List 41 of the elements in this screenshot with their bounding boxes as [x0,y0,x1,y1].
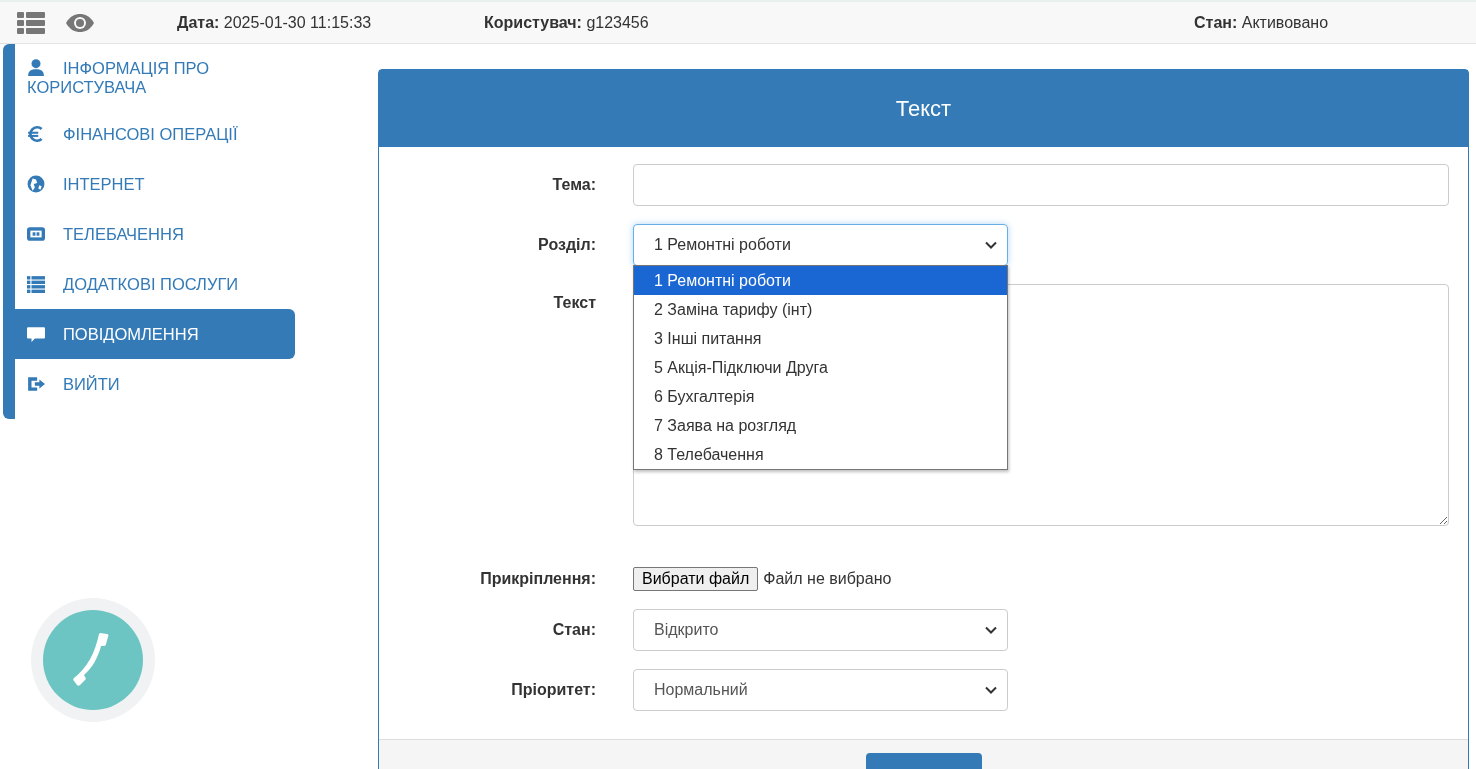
list-icon[interactable] [17,10,45,35]
field-label: Прикріплення: [479,570,597,588]
globe-icon [27,175,45,193]
field-label: Розділ: [537,235,597,255]
chevron-down-icon [985,626,997,634]
select-field[interactable]: Відкрито [633,609,1008,651]
dropdown-option[interactable]: 8 Телебачення [634,440,1007,469]
sidebar-item[interactable]: ДОДАТКОВІ ПОСЛУГИ [15,259,295,309]
sidebar-item[interactable]: ПОВІДОМЛЕННЯ [15,309,295,359]
chat-bubble-icon [27,325,45,343]
status-text: Дата: 2025-01-30 11:15:33 [177,13,373,32]
subject-field[interactable] [633,164,1449,206]
list-icon [27,275,45,293]
tv-icon [27,225,45,243]
dropdown-option[interactable]: 5 Акція-Підключи Друга [634,353,1007,382]
sidebar-item[interactable]: ВИЙТИ [15,359,295,409]
status-text: Стан: Активовано [1194,13,1329,32]
euro-icon [27,125,45,143]
dropdown-option[interactable]: 6 Бухгалтерія [634,382,1007,411]
dropdown-option[interactable]: 1 Ремонтні роботи [634,266,1007,295]
field-label: Стан: [551,620,597,640]
eye-icon[interactable] [65,12,95,33]
status-text: Користувач: g123456 [484,13,650,32]
exit-icon [27,375,45,393]
field-label: Тема: [551,175,597,195]
dropdown-option[interactable]: 7 Заява на розгляд [634,411,1007,440]
chevron-down-icon [985,241,997,249]
sidebar-item[interactable]: ІНТЕРНЕТ [15,159,295,209]
sidebar-item[interactable]: ТЕЛЕБАЧЕННЯ [15,209,295,259]
file-status: Файл не вибрано [763,570,892,588]
sidebar-item[interactable]: ФІНАНСОВІ ОПЕРАЦІЇ [15,109,295,159]
select-field[interactable]: Нормальний [633,669,1008,711]
chevron-down-icon [985,686,997,694]
choose-file-button[interactable]: Вибрати файл [633,567,759,591]
dropdown-option[interactable]: 3 Інші питання [634,324,1007,353]
field-label: Пріоритет: [510,680,597,700]
dropdown-option[interactable]: 2 Заміна тарифу (інт) [634,295,1007,324]
user-icon [27,58,45,76]
sidebar-item[interactable]: ІНФОРМАЦІЯ ПРО КОРИСТУВАЧА [15,49,295,109]
panel-title: Текст [379,70,1468,147]
field-label: Текст [552,293,597,313]
